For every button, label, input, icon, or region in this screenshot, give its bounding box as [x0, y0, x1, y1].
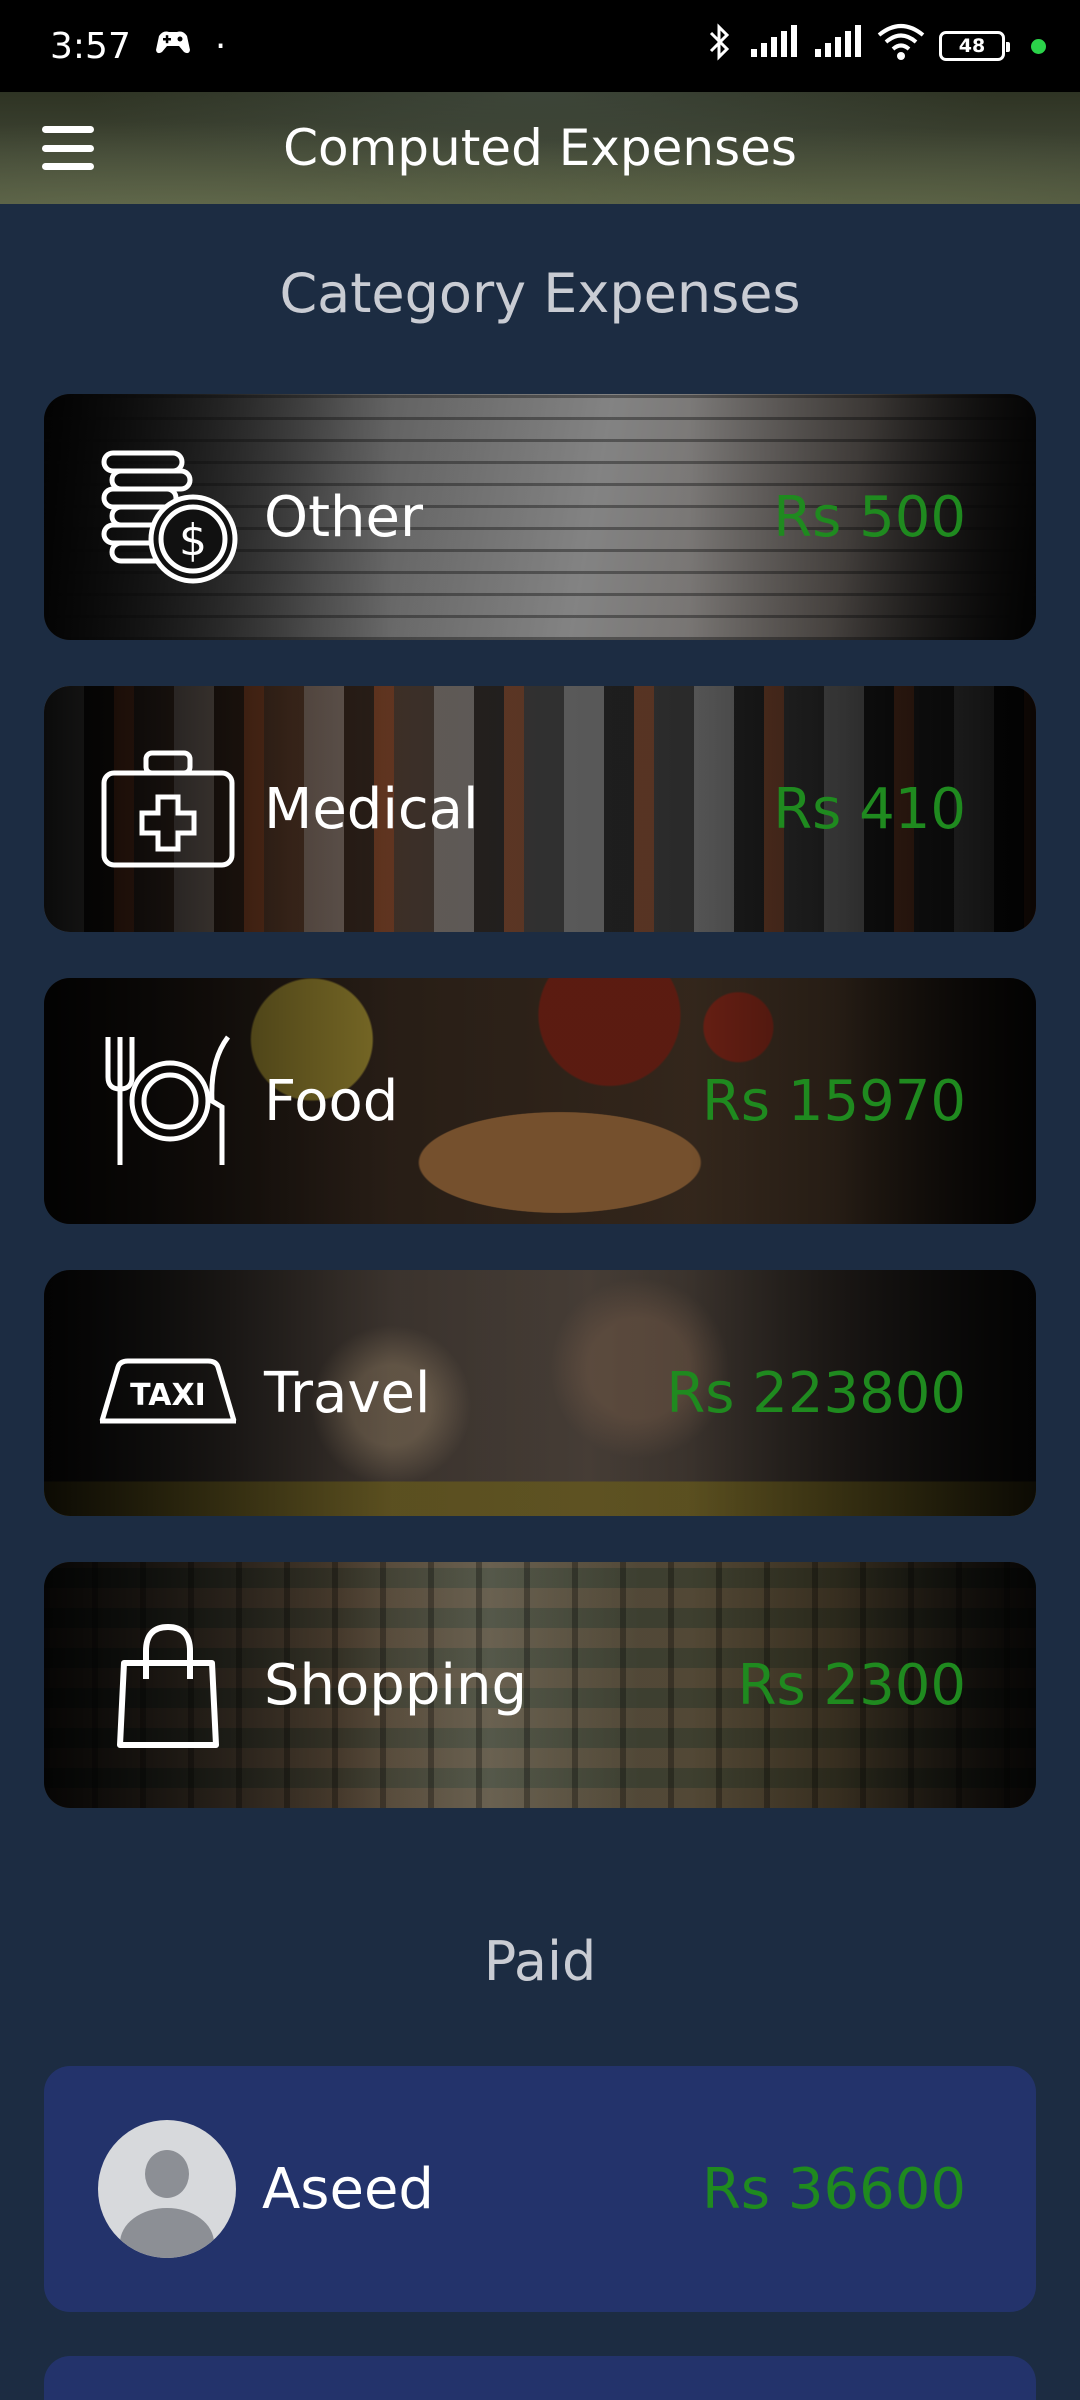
app-bar: Computed Expenses — [0, 92, 1080, 204]
category-card-food[interactable]: Food Rs 15970 — [44, 978, 1036, 1224]
bluetooth-icon — [705, 22, 735, 71]
coins-dollar-icon: $ — [98, 447, 238, 587]
category-label: Travel — [264, 1360, 431, 1426]
paid-heading: Paid — [483, 1930, 597, 1993]
notification-dot: · — [214, 25, 227, 67]
avatar-icon — [98, 2120, 236, 2258]
category-label: Food — [264, 1068, 399, 1134]
category-card-travel[interactable]: TAXI Travel Rs 223800 — [44, 1270, 1036, 1516]
hamburger-menu-icon[interactable] — [42, 126, 94, 170]
wifi-icon — [877, 23, 925, 70]
paid-card-partial[interactable] — [44, 2356, 1036, 2400]
category-label: Other — [264, 484, 424, 550]
shopping-bag-icon — [98, 1615, 238, 1755]
category-label: Medical — [264, 776, 479, 842]
paid-card-aseed[interactable]: Aseed Rs 36600 — [44, 2066, 1036, 2312]
battery-icon: 48 — [939, 31, 1010, 61]
category-amount: Rs 410 — [773, 776, 966, 842]
signal-icon-2 — [813, 24, 863, 68]
game-controller-icon — [153, 26, 193, 67]
category-card-medical[interactable]: Medical Rs 410 — [44, 686, 1036, 932]
category-expenses-heading: Category Expenses — [279, 262, 801, 325]
first-aid-kit-icon — [98, 739, 238, 879]
category-card-shopping[interactable]: Shopping Rs 2300 — [44, 1562, 1036, 1808]
category-label: Shopping — [264, 1652, 527, 1718]
category-card-other[interactable]: $ Other Rs 500 — [44, 394, 1036, 640]
category-amount: Rs 15970 — [701, 1068, 966, 1134]
category-amount: Rs 2300 — [737, 1652, 966, 1718]
privacy-indicator-dot — [1031, 38, 1046, 54]
category-amount: Rs 223800 — [666, 1360, 966, 1426]
taxi-text: TAXI — [130, 1378, 206, 1413]
page-title: Computed Expenses — [283, 119, 797, 177]
person-name: Aseed — [262, 2156, 434, 2222]
svg-text:$: $ — [179, 515, 207, 566]
plate-cutlery-icon — [98, 1031, 238, 1171]
signal-icon — [749, 24, 799, 68]
taxi-sign-icon: TAXI — [98, 1323, 238, 1463]
status-time: 3:57 — [50, 25, 131, 67]
paid-amount: Rs 36600 — [701, 2156, 966, 2222]
category-amount: Rs 500 — [773, 484, 966, 550]
status-bar: 3:57 · 48 — [0, 0, 1080, 92]
